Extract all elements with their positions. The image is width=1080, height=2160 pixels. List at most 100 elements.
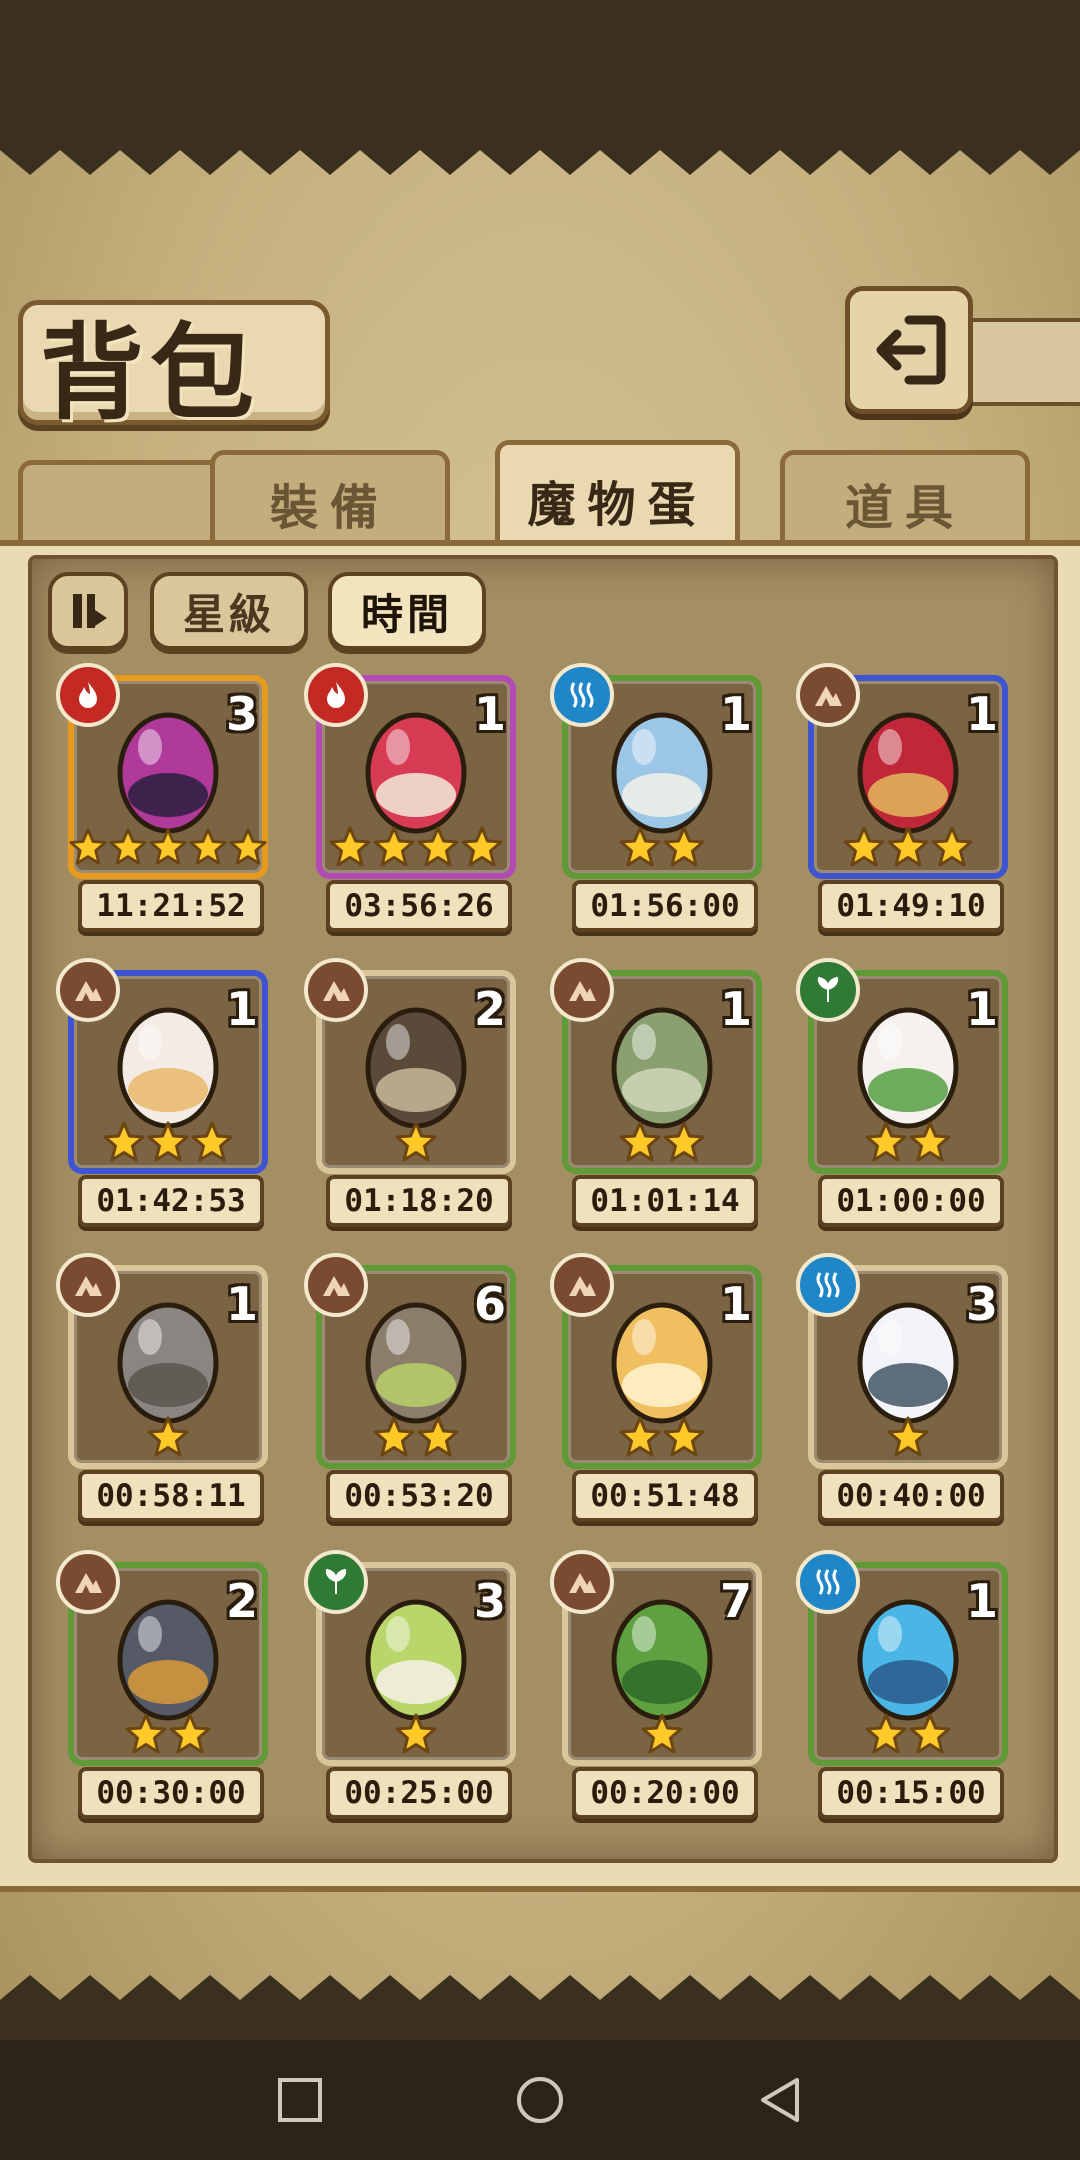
egg-count: 1 — [719, 687, 752, 741]
egg-card[interactable]: 3 11:21:52 — [56, 663, 268, 932]
element-earth-icon — [796, 663, 860, 727]
egg-card[interactable]: 1 00:51:48 — [550, 1253, 762, 1522]
egg-count: 2 — [473, 982, 506, 1036]
hatch-timer: 01:01:14 — [572, 1175, 758, 1227]
stone-egg-icon — [365, 1302, 467, 1424]
star-icon — [125, 1713, 167, 1754]
page-title: 背包 — [40, 311, 261, 434]
star-icon — [909, 1121, 951, 1162]
tab-monster-eggs[interactable]: 魔物蛋 — [495, 440, 740, 555]
egg-card[interactable]: 1 01:56:00 — [550, 663, 762, 932]
egg-card[interactable]: 2 01:18:20 — [304, 958, 516, 1227]
star-icon — [887, 1416, 929, 1457]
sort-order-toggle[interactable] — [48, 572, 128, 650]
star-rating — [316, 1712, 516, 1756]
green-bulb-egg-icon — [365, 1599, 467, 1721]
star-icon — [229, 828, 267, 865]
element-earth-icon — [550, 958, 614, 1022]
star-rating — [562, 1415, 762, 1459]
star-rating — [316, 1415, 516, 1459]
egg-count: 7 — [719, 1574, 752, 1628]
star-rating — [808, 1415, 1008, 1459]
star-icon — [461, 826, 503, 867]
element-earth-icon — [304, 1253, 368, 1317]
star-icon — [663, 1416, 705, 1457]
star-rating — [68, 1712, 268, 1756]
zigzag-border-bottom — [0, 1975, 1080, 2040]
tab-equipment[interactable]: 裝備 — [210, 450, 450, 550]
egg-card[interactable]: 7 00:20:00 — [550, 1550, 762, 1819]
star-icon — [109, 828, 147, 865]
egg-card[interactable]: 1 00:58:11 — [56, 1253, 268, 1522]
return-arrow-icon — [876, 315, 946, 385]
star-icon — [373, 826, 415, 867]
egg-card[interactable]: 3 00:25:00 — [304, 1550, 516, 1819]
egg-count: 3 — [965, 1277, 998, 1331]
blue-bulb-egg-icon — [611, 712, 713, 834]
star-icon — [329, 826, 371, 867]
element-earth-icon — [550, 1253, 614, 1317]
star-icon — [69, 828, 107, 865]
egg-count: 1 — [719, 982, 752, 1036]
sort-by-time-button[interactable]: 時間 — [328, 572, 486, 650]
egg-card[interactable]: 1 01:00:00 — [796, 958, 1008, 1227]
element-earth-icon — [550, 1550, 614, 1614]
dark-orb-egg-icon — [117, 712, 219, 834]
egg-count: 3 — [473, 1574, 506, 1628]
element-earth-icon — [56, 1550, 120, 1614]
star-rating — [562, 825, 762, 869]
star-icon — [663, 826, 705, 867]
egg-card[interactable]: 6 00:53:20 — [304, 1253, 516, 1522]
turnip-egg-icon — [857, 1007, 959, 1129]
star-rating — [68, 825, 268, 869]
hatch-timer: 01:56:00 — [572, 880, 758, 932]
star-icon — [909, 1713, 951, 1754]
back-icon[interactable] — [755, 2075, 805, 2125]
hatch-timer: 01:42:53 — [78, 1175, 264, 1227]
egg-count: 1 — [965, 687, 998, 741]
armored-egg-icon — [365, 1007, 467, 1129]
egg-count: 1 — [225, 1277, 258, 1331]
star-rating — [808, 825, 1008, 869]
star-rating — [562, 1712, 762, 1756]
egg-card[interactable]: 1 01:42:53 — [56, 958, 268, 1227]
star-icon — [843, 826, 885, 867]
hatch-timer: 00:25:00 — [326, 1767, 512, 1819]
egg-card[interactable]: 3 00:40:00 — [796, 1253, 1008, 1522]
star-icon — [191, 1121, 233, 1162]
egg-count: 6 — [473, 1277, 506, 1331]
egg-card[interactable]: 2 00:30:00 — [56, 1550, 268, 1819]
tab-items[interactable]: 道具 — [780, 450, 1030, 550]
element-earth-icon — [56, 958, 120, 1022]
hatch-timer: 03:56:26 — [326, 880, 512, 932]
shell-egg-icon — [857, 1599, 959, 1721]
tab-spacer — [18, 460, 218, 550]
zigzag-border-top — [0, 120, 1080, 175]
egg-card[interactable]: 1 01:01:14 — [550, 958, 762, 1227]
egg-card[interactable]: 1 03:56:26 — [304, 663, 516, 932]
white-egg-icon — [857, 1302, 959, 1424]
sort-order-icon — [73, 594, 107, 628]
home-icon[interactable] — [515, 2075, 565, 2125]
hatch-timer: 00:53:20 — [326, 1470, 512, 1522]
element-earth-icon — [304, 958, 368, 1022]
egg-card[interactable]: 1 00:15:00 — [796, 1550, 1008, 1819]
recent-apps-icon[interactable] — [275, 2075, 325, 2125]
element-water-icon — [796, 1253, 860, 1317]
star-icon — [865, 1713, 907, 1754]
star-icon — [931, 826, 973, 867]
element-fire-icon — [304, 663, 368, 727]
egg-card[interactable]: 1 01:49:10 — [796, 663, 1008, 932]
hatch-timer: 01:00:00 — [818, 1175, 1004, 1227]
star-icon — [147, 1416, 189, 1457]
golden-egg-icon — [611, 1302, 713, 1424]
back-button[interactable] — [845, 286, 973, 414]
egg-count: 1 — [965, 982, 998, 1036]
star-icon — [149, 828, 187, 865]
sort-by-stars-button[interactable]: 星級 — [150, 572, 308, 650]
hatch-timer: 01:49:10 — [818, 880, 1004, 932]
star-icon — [373, 1416, 415, 1457]
hatch-timer: 11:21:52 — [78, 880, 264, 932]
star-icon — [417, 1416, 459, 1457]
hatch-timer: 01:18:20 — [326, 1175, 512, 1227]
